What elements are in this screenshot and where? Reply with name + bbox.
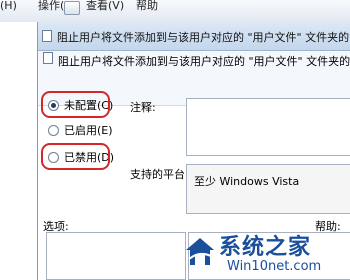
platform-box (186, 164, 350, 214)
dialog-titlebar: 阻止用户将文件添加到与该用户对应的 "用户文件" 文件夹的 (38, 22, 350, 51)
policy-setting-icon (43, 52, 53, 64)
toolbar-button[interactable] (64, 1, 80, 15)
watermark: 系统之家 Win10net.com (183, 227, 350, 280)
radio-enabled[interactable]: 已启用(E) (48, 122, 113, 138)
highlight-disabled (41, 143, 110, 170)
platform-value: 至少 Windows Vista (194, 175, 300, 188)
comment-textbox[interactable] (186, 98, 350, 156)
radio-label: 已启用(E) (64, 124, 113, 137)
menu-item-help[interactable]: 帮助 (136, 0, 158, 12)
main-window-left-pane (0, 22, 37, 280)
comment-label: 注释: (130, 101, 156, 114)
dialog-title: 阻止用户将文件添加到与该用户对应的 "用户文件" 文件夹的 (57, 31, 350, 44)
radio-button[interactable] (48, 124, 59, 136)
platform-label: 支持的平台: (130, 168, 189, 181)
options-pane (46, 232, 186, 280)
menubar: (H) 操作(A) 查看(V) 帮助 (0, 0, 350, 23)
menu-item-view[interactable]: 查看(V) (86, 0, 124, 12)
policy-icon (42, 30, 52, 42)
menu-item-help-h[interactable]: (H) (0, 0, 17, 12)
highlight-not-configured (41, 91, 110, 118)
watermark-url: Win10net.com (227, 259, 322, 274)
house-logo-icon (186, 238, 214, 265)
policy-name: 阻止用户将文件添加到与该用户对应的 "用户文件" 文件夹的 (58, 55, 350, 68)
watermark-title: 系统之家 (219, 235, 312, 260)
